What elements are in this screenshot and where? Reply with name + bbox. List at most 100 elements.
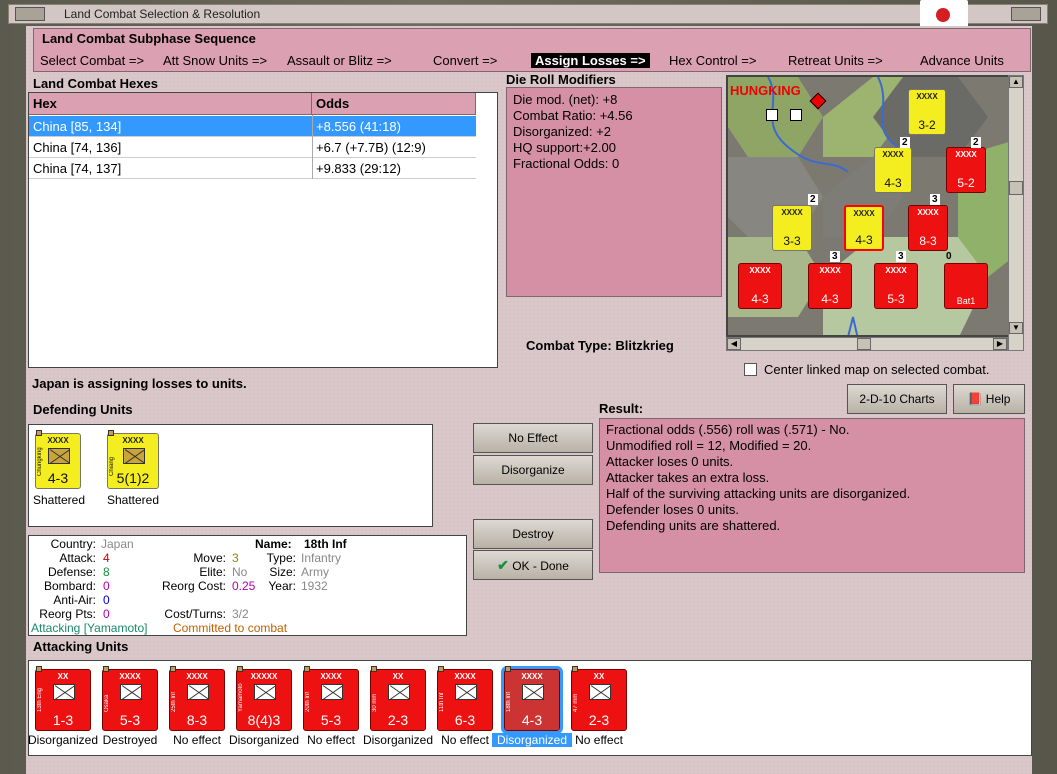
map-unit[interactable]: XXXX 4-3 [874, 147, 912, 193]
hq-marker-icon [790, 109, 802, 121]
scroll-thumb[interactable] [1009, 181, 1023, 195]
map-unit[interactable]: XXXX 3-2 [908, 89, 946, 135]
defending-title: Defending Units [33, 402, 133, 417]
step-assault-or-blitz: Assault or Blitz => [287, 53, 392, 68]
result-title: Result: [599, 401, 644, 416]
committed-status: Committed to combat [173, 621, 288, 635]
defending-unit-status: Shattered [32, 493, 86, 507]
center-linked-checkbox[interactable] [744, 363, 757, 376]
subphase-heading: Land Combat Subphase Sequence [42, 31, 256, 46]
defending-unit[interactable]: XXXX Chungking 4-3 [35, 430, 81, 489]
step-att-snow-units: Att Snow Units => [163, 53, 268, 68]
hex-cell: China [74, 136] [33, 140, 122, 155]
col-hex-header[interactable]: Hex [29, 93, 312, 115]
destroy-button[interactable]: Destroy [473, 519, 593, 549]
inf-symbol-icon [187, 684, 209, 700]
scroll-up-icon[interactable]: ▲ [1009, 76, 1023, 88]
step-hex-control: Hex Control => [669, 53, 757, 68]
inf-symbol-icon [321, 684, 343, 700]
at-symbol-icon [589, 684, 611, 700]
attacking-unit[interactable]: XXXX 25th Inf 8-3 [169, 666, 225, 731]
title-bar: Land Combat Selection & Resolution [8, 4, 1048, 24]
scroll-left-icon[interactable]: ◀ [727, 338, 741, 350]
table-row[interactable]: China [74, 137] +9.833 (29:12) [29, 158, 476, 179]
status-text: Japan is assigning losses to units. [32, 376, 247, 391]
result-line: Defending units are shattered. [606, 518, 781, 533]
center-linked-label: Center linked map on selected combat. [764, 362, 990, 377]
hexes-title: Land Combat Hexes [33, 76, 158, 91]
col-odds-header[interactable]: Odds [312, 93, 476, 115]
help-label: Help [985, 392, 1011, 406]
drm-title: Die Roll Modifiers [506, 72, 616, 87]
attacking-unit[interactable]: XXXX 18th Inf 4-3 [501, 666, 563, 734]
odds-cell: +8.556 (41:18) [316, 119, 401, 134]
hexes-table: Hex Odds China [85, 134] +8.556 (41:18) … [28, 92, 498, 368]
ok-done-button[interactable]: ✔ OK - Done [473, 550, 593, 580]
defending-unit[interactable]: XXXX Chiang 5(1)2 [107, 430, 159, 489]
attacking-unit[interactable]: XX 47 mm 2-3 [571, 666, 627, 731]
no-effect-button[interactable]: No Effect [473, 423, 593, 453]
unit-info-panel: Country: Japan Name: 18th Inf Attack: 4 … [28, 535, 467, 636]
combat-type-value: Blitzkrieg [615, 338, 674, 353]
infantry-symbol-icon [123, 448, 145, 464]
drm-panel: Die mod. (net): +8 Combat Ratio: +4.56 D… [506, 87, 722, 297]
table-row[interactable]: China [85, 134] +8.556 (41:18) [29, 116, 476, 137]
attacking-unit[interactable]: XX 13th Eng 1-3 [35, 666, 91, 731]
map-horizontal-scrollbar[interactable]: ◀ ▶ [726, 337, 1008, 351]
combat-type: Combat Type: Blitzkrieg [526, 338, 674, 353]
stack-count: 2 [808, 194, 818, 205]
charts-button[interactable]: 2-D-10 Charts [847, 384, 947, 414]
odds-cell: +6.7 (+7.7B) (12:9) [316, 140, 426, 155]
stack-count: 0 [946, 251, 952, 262]
map-unit-air[interactable]: Bat1 [944, 263, 988, 309]
map-unit[interactable]: XXXX 5-2 [946, 147, 986, 193]
odds-cell: +9.833 (29:12) [316, 161, 401, 176]
stack-count: 2 [900, 137, 910, 148]
ok-done-label: OK - Done [512, 559, 569, 573]
inf-symbol-icon [455, 684, 477, 700]
map-unit[interactable]: XXXX 4-3 [808, 263, 852, 309]
drm-line: Combat Ratio: +4.56 [513, 108, 633, 123]
drm-line: HQ support:+2.00 [513, 140, 616, 155]
result-panel: Fractional odds (.556) roll was (.571) -… [599, 418, 1025, 573]
subphase-sequence: Land Combat Subphase Sequence Select Com… [33, 28, 1031, 72]
map-unit[interactable]: XXXX 5-3 [874, 263, 918, 309]
map-unit[interactable]: XXXX 8-3 [908, 205, 948, 251]
attacking-unit[interactable]: XXXX Osaka 5-3 [102, 666, 158, 731]
scroll-down-icon[interactable]: ▼ [1009, 322, 1023, 334]
attacking-unit[interactable]: XXXX 20th Inf 5-3 [303, 666, 359, 731]
table-row[interactable]: China [74, 136] +6.7 (+7.7B) (12:9) [29, 137, 476, 158]
scroll-thumb[interactable] [857, 338, 871, 350]
checkmark-icon: ✔ [497, 557, 509, 573]
hq-marker-icon [766, 109, 778, 121]
hex-cell: China [85, 134] [33, 119, 122, 134]
window-control-button[interactable] [1011, 7, 1041, 21]
result-line: Defender loses 0 units. [606, 502, 739, 517]
map-unit[interactable]: XXXX 4-3 [738, 263, 782, 309]
attacking-unit[interactable]: XX 30 mm 2-3 [370, 666, 426, 731]
map-vertical-scrollbar[interactable]: ▲ ▼ [1008, 75, 1024, 351]
linked-map[interactable]: HUNGKING XXXX 3-2 XXXX 4-3 XXXX 5-2 XXXX… [726, 75, 1024, 337]
attacking-unit[interactable]: XXXXX Yamamoto 8(4)3 [236, 666, 292, 731]
attacking-unit-status: No effect [575, 733, 623, 747]
stack-count: 3 [896, 251, 906, 262]
system-menu-button[interactable] [15, 7, 45, 21]
result-line: Half of the surviving attacking units ar… [606, 486, 911, 501]
map-city-label: HUNGKING [730, 83, 801, 98]
map-unit-selected[interactable]: XXXX 4-3 [844, 205, 884, 251]
infantry-symbol-icon [48, 448, 70, 464]
attacking-status: Attacking [Yamamoto] [31, 621, 148, 635]
scroll-right-icon[interactable]: ▶ [993, 338, 1007, 350]
result-line: Unmodified roll = 12, Modified = 20. [606, 438, 812, 453]
inf-symbol-icon [522, 684, 544, 700]
map-unit[interactable]: XXXX 3-3 [772, 205, 812, 251]
book-icon: 📕 [967, 392, 983, 406]
drm-line: Die mod. (net): +8 [513, 92, 618, 107]
disorganize-button[interactable]: Disorganize [473, 455, 593, 485]
step-advance-units: Advance Units [920, 53, 1004, 68]
art-symbol-icon [388, 684, 410, 700]
inf-symbol-icon [120, 684, 142, 700]
step-select-combat: Select Combat => [40, 53, 145, 68]
help-button[interactable]: 📕 Help [953, 384, 1025, 414]
attacking-unit[interactable]: XXXX 11th Inf 6-3 [437, 666, 493, 731]
